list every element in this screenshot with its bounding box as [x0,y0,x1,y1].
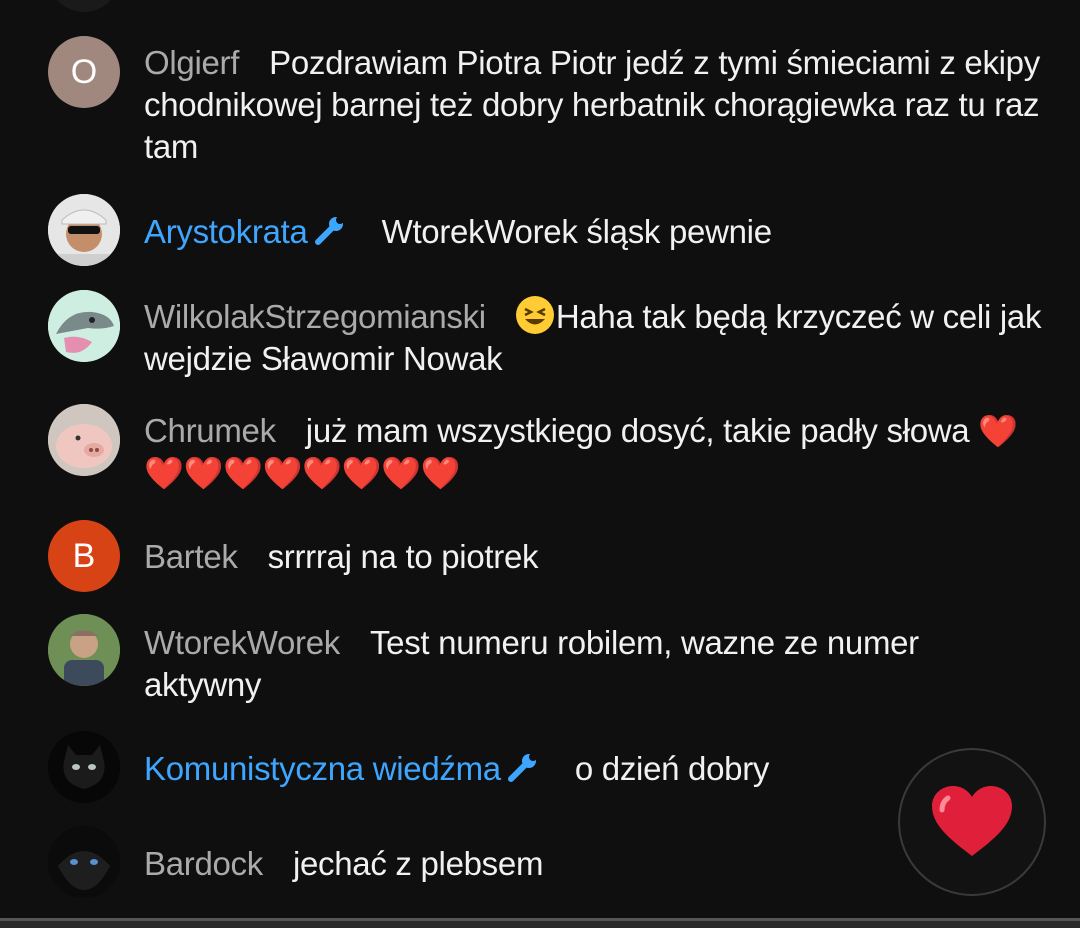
avatar[interactable] [48,290,120,362]
message-text-block: Bartek srrrraj na to piotrek [144,536,1044,578]
avatar[interactable]: O [48,36,120,108]
author-name[interactable]: WtorekWorek [144,624,340,661]
avatar[interactable] [48,731,120,803]
pig-photo-icon [48,404,120,476]
photo-man-outdoors-icon [48,614,120,686]
avatar-letter: O [70,52,98,91]
message-text: Pozdrawiam Piotra Piotr jedź z tymi śmie… [144,44,1040,165]
avatar[interactable] [48,194,120,266]
author-name[interactable]: Bardock [144,845,263,882]
author-name[interactable]: Olgierf [144,44,239,81]
author-name[interactable]: Bartek [144,538,238,575]
author-name[interactable]: WilkolakStrzegomianski [144,298,486,335]
message-text: już mam wszystkiego dosyć, takie padły s… [305,412,970,449]
message-text-block: Arystokrata WtorekWorek śląsk pewnie [144,211,1044,256]
avatar[interactable] [48,614,120,686]
message-text: jechać z plebsem [292,845,544,882]
message-text: srrrraj na to piotrek [267,538,539,575]
black-cat-photo-icon [48,731,120,803]
message-text: WtorekWorek śląsk pewnie [381,213,772,250]
photo-man-sunglasses-icon [48,194,120,266]
message-text-block: WilkolakStrzegomianski Haha tak będą krzy… [144,296,1044,380]
red-heart-icon [932,786,1012,856]
dark-panther-photo-icon [48,826,120,898]
moderator-wrench-icon [507,751,541,793]
message-text-block: Olgierf Pozdrawiam Piotra Piotr jedź z ty… [144,42,1044,168]
author-name-moderator[interactable]: Arystokrata [144,213,352,250]
bottom-divider-line [0,918,1080,921]
avatar[interactable] [48,826,120,898]
cartoon-wolf-icon [48,290,120,362]
message-text: o dzień dobry [574,750,770,787]
avatar[interactable] [48,404,120,476]
heart-reaction-button[interactable] [898,748,1046,896]
author-name-moderator[interactable]: Komunistyczna wiedźma [144,750,545,787]
moderator-wrench-icon [314,214,348,256]
laughing-face-emoji-icon [515,296,554,334]
message-text-block: WtorekWorek Test numeru robilem, wazne ze… [144,622,1044,706]
avatar-letter: B [72,536,96,575]
message-text-block: Chrumek już mam wszystkiego dosyć, takie … [144,410,1044,494]
avatar[interactable]: B [48,520,120,592]
author-name[interactable]: Chrumek [144,412,276,449]
